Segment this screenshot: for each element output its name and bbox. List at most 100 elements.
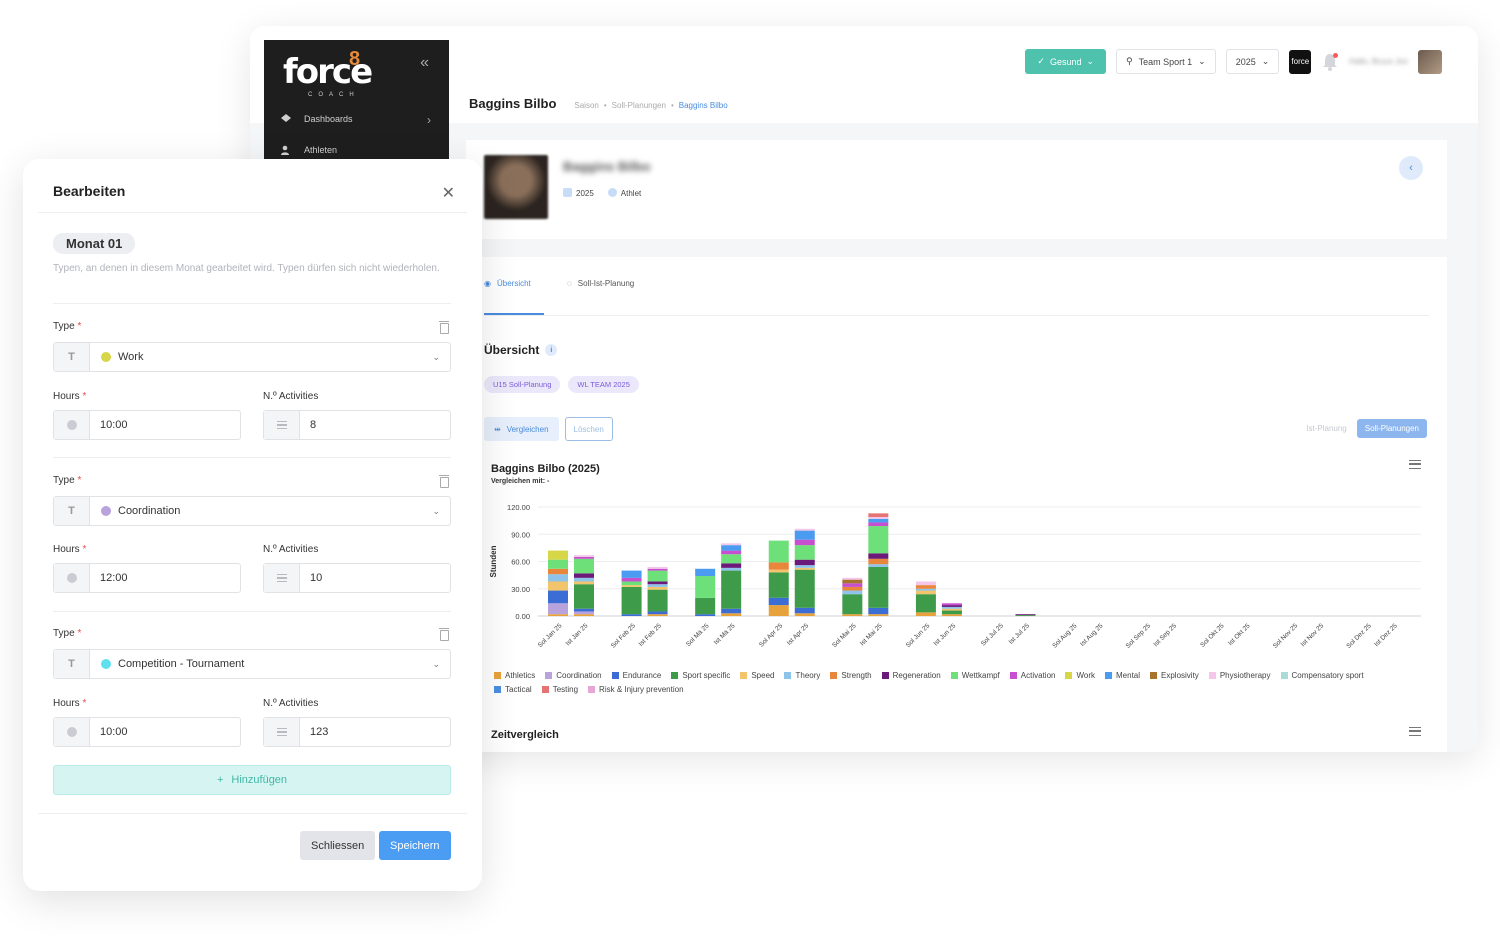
legend-item[interactable]: Tactical <box>494 685 532 694</box>
toggle-soll-planungen[interactable]: Soll-Planungen <box>1356 419 1427 438</box>
team-select[interactable]: ⚲ Team Sport 1 ⌄ <box>1116 49 1216 74</box>
breadcrumb-item[interactable]: Soll-Planungen <box>612 101 666 110</box>
info-icon[interactable]: i <box>545 344 558 356</box>
bar-segment <box>768 597 789 606</box>
notification-bell-icon[interactable] <box>1321 52 1339 72</box>
health-status-button[interactable]: ✓ Gesund ⌄ <box>1025 49 1107 74</box>
activities-value: 10 <box>310 572 323 584</box>
bar-segment <box>574 611 594 615</box>
collapse-sidebar-icon[interactable]: « <box>420 54 429 72</box>
athlete-role: Athlet <box>607 188 641 198</box>
legend-item[interactable]: Wettkampf <box>950 671 1000 680</box>
legend-swatch <box>1009 672 1017 679</box>
legend-item[interactable]: Explosivity <box>1150 671 1199 680</box>
type-prefix-icon: T <box>54 650 90 678</box>
x-tick-label: Sol Okt 25 <box>1199 622 1226 649</box>
user-avatar[interactable] <box>1418 49 1442 74</box>
bar-segment <box>915 590 936 595</box>
trash-icon[interactable] <box>439 321 449 334</box>
hours-input[interactable]: 10:00 <box>53 410 241 440</box>
bar-segment <box>1015 614 1036 616</box>
legend-label: Theory <box>795 671 821 680</box>
legend-item[interactable]: Regeneration <box>881 671 941 680</box>
compare-button[interactable]: ⇹ Vergleichen <box>484 417 559 441</box>
activities-input[interactable]: 123 <box>263 717 451 747</box>
legend-item[interactable]: Endurance <box>611 671 661 680</box>
type-label-text: Type <box>53 475 75 486</box>
trash-icon[interactable] <box>439 628 449 641</box>
chart-menu-icon[interactable] <box>1409 460 1421 469</box>
time-chart-menu-icon[interactable] <box>1409 727 1421 736</box>
bar-segment <box>695 597 716 615</box>
hours-input[interactable]: 10:00 <box>53 717 241 747</box>
legend-item[interactable]: Sport specific <box>671 671 730 680</box>
toggle-ist-planung[interactable]: Ist-Planung <box>1306 424 1346 433</box>
brand-mini-logo[interactable]: force <box>1289 49 1312 74</box>
plan-chip[interactable]: U15 Soll-Planung <box>484 376 561 393</box>
legend-swatch <box>784 672 792 679</box>
year-select[interactable]: 2025 ⌄ <box>1225 49 1280 74</box>
y-tick-label: 0.00 <box>515 612 530 621</box>
tab-uebersicht[interactable]: ◉ Übersicht <box>484 279 531 288</box>
legend-label: Athletics <box>505 671 536 680</box>
type-label-text: Type <box>53 628 75 639</box>
plan-chip[interactable]: WL TEAM 2025 <box>568 376 639 393</box>
legend-item[interactable]: Speed <box>740 671 774 680</box>
bar-segment <box>548 614 568 616</box>
bar-segment <box>574 581 594 585</box>
athlete-photo <box>484 155 548 219</box>
divider <box>53 457 451 458</box>
bar-segment <box>868 553 889 559</box>
sidebar-item-athleten[interactable]: Athleten <box>280 144 337 156</box>
legend-label: Explosivity <box>1161 671 1199 680</box>
trash-icon[interactable] <box>439 475 449 488</box>
sidebar-item-dashboards[interactable]: Dashboards <box>280 113 353 125</box>
bar-segment <box>842 583 863 587</box>
legend-item[interactable]: Testing <box>541 685 578 694</box>
type-select[interactable]: T Coordination ⌄ <box>53 496 451 526</box>
breadcrumb: Saison • Soll-Planungen • Baggins Bilbo <box>574 101 727 110</box>
bar-segment <box>574 577 594 582</box>
bar-segment <box>941 608 962 611</box>
back-button[interactable]: ‹ <box>1399 156 1423 180</box>
eye-icon: ◉ <box>484 279 491 288</box>
legend-item[interactable]: Risk & Injury prevention <box>588 685 684 694</box>
save-button[interactable]: Speichern <box>379 831 451 860</box>
legend-label: Mental <box>1116 671 1141 680</box>
legend-swatch <box>545 672 553 679</box>
type-select[interactable]: T Competition - Tournament ⌄ <box>53 649 451 679</box>
legend-item[interactable]: Athletics <box>494 671 535 680</box>
add-type-button[interactable]: + Hinzufügen <box>53 765 451 795</box>
close-icon[interactable]: ✕ <box>442 183 455 203</box>
legend-item[interactable]: Activation <box>1009 671 1055 680</box>
legend-item[interactable]: Theory <box>784 671 820 680</box>
legend-item[interactable]: Strength <box>830 671 872 680</box>
close-button[interactable]: Schliessen <box>300 831 376 860</box>
bar-segment <box>868 513 889 517</box>
hours-input[interactable]: 12:00 <box>53 563 241 593</box>
legend-label: Wettkampf <box>961 671 1000 680</box>
required-mark: * <box>82 698 87 709</box>
bar-segment <box>721 563 742 568</box>
type-select[interactable]: T Work ⌄ <box>53 342 451 372</box>
legend-item[interactable]: Compensatory sport <box>1280 671 1364 680</box>
legend-item[interactable]: Work <box>1065 671 1095 680</box>
legend-item[interactable]: Coordination <box>545 671 602 680</box>
delete-button[interactable]: Löschen <box>564 417 613 441</box>
legend-item[interactable]: Physiotherapy <box>1208 671 1271 680</box>
type-label: Type * <box>53 475 81 486</box>
bar-segment <box>794 613 815 616</box>
breadcrumb-item[interactable]: Saison <box>574 101 598 110</box>
legend-item[interactable]: Mental <box>1105 671 1140 680</box>
activities-input[interactable]: 10 <box>263 563 451 593</box>
bar-segment <box>842 614 863 616</box>
modal-header: Bearbeiten ✕ <box>38 159 467 213</box>
hours-label: Hours * <box>53 698 86 709</box>
legend-label: Work <box>1076 671 1095 680</box>
legend-label: Regeneration <box>892 671 941 680</box>
activities-input[interactable]: 8 <box>263 410 451 440</box>
clock-shape <box>66 573 77 583</box>
tab-soll-ist-planung[interactable]: ◌ Soll-Ist-Planung <box>567 279 634 288</box>
bar-segment <box>695 568 716 577</box>
type-prefix-icon: T <box>54 497 90 525</box>
